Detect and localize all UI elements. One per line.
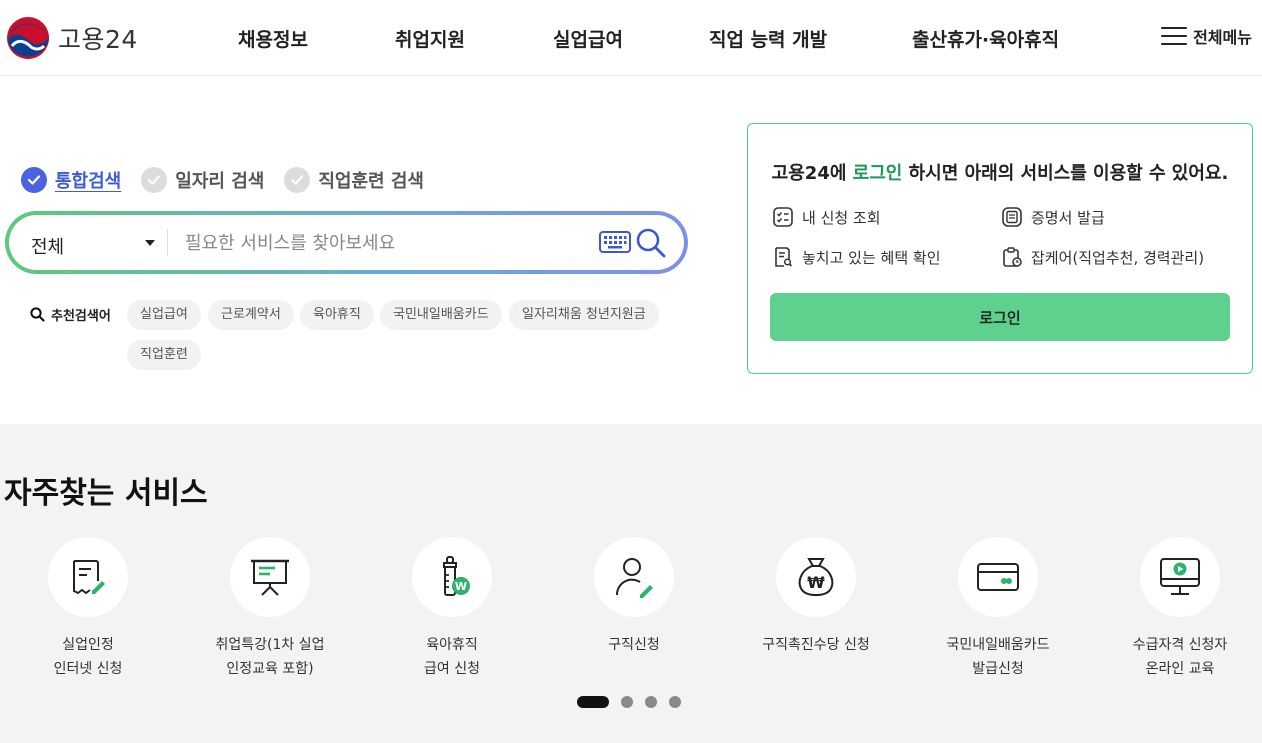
menu-all-button[interactable]: 전체메뉴 (1161, 24, 1252, 48)
service-card-job-seeking-allowance[interactable]: ₩ 구직촉진수당 신청 (725, 537, 907, 657)
service-label-line1: 육아휴직 (426, 637, 478, 653)
divider (167, 229, 168, 256)
category-select[interactable]: 전체 (31, 233, 64, 259)
keyword-chip[interactable]: 육아휴직 (300, 300, 374, 330)
tab-integrated-search[interactable]: 통합검색 (21, 167, 121, 193)
tab-training-search[interactable]: 직업훈련 검색 (284, 167, 424, 193)
service-label-line1: 국민내일배움카드 (946, 637, 1050, 653)
service-label-line2: 인터넷 신청 (53, 661, 123, 677)
service-missed-benefits[interactable]: 놓치고 있는 혜택 확인 (772, 246, 941, 268)
service-label-line2: 급여 신청 (424, 661, 480, 677)
pagination-dot-2[interactable] (621, 696, 633, 708)
check-circle-icon (141, 167, 168, 193)
service-my-applications[interactable]: 내 신청 조회 (772, 206, 881, 228)
service-card-naeil-card[interactable]: 국민내일배움카드발급신청 (907, 537, 1089, 681)
keyword-chip[interactable]: 국민내일배움카드 (380, 300, 502, 330)
service-label-line1: 수급자격 신청자 (1132, 637, 1228, 653)
service-card-online-education[interactable]: 수급자격 신청자온라인 교육 (1089, 537, 1262, 681)
keyboard-icon[interactable] (599, 231, 631, 253)
person-pen-icon (615, 558, 653, 598)
service-card-job-seeking[interactable]: 구직신청 (543, 537, 725, 657)
section-title: 자주찾는 서비스 (4, 476, 208, 511)
keyword-chip[interactable]: 근로계약서 (208, 300, 294, 330)
card-icon (977, 563, 1019, 591)
logo-text: 고용24 (58, 25, 138, 54)
service-card-unemployment-certification[interactable]: 실업인정인터넷 신청 (0, 537, 179, 681)
chevron-down-icon[interactable] (145, 240, 155, 246)
login-panel: 고용24에 로그인 하시면 아래의 서비스를 이용할 수 있어요. 내 신청 조… (747, 123, 1253, 374)
service-label-line1: 구직신청 (608, 637, 660, 653)
service-label-line1: 실업인정 (62, 637, 114, 653)
pagination-dot-1[interactable] (577, 696, 609, 708)
pagination-dot-3[interactable] (645, 696, 657, 708)
svg-text:W: W (455, 580, 467, 593)
service-label: 내 신청 조회 (802, 208, 881, 227)
baby-bottle-icon: W (443, 556, 470, 596)
nav-item-skills-development[interactable]: 직업 능력 개발 (709, 25, 827, 52)
login-title-highlight: 로그인 (852, 163, 903, 184)
service-label-line2: 인정교육 포함) (226, 661, 314, 677)
service-certificates[interactable]: 증명서 발급 (1001, 206, 1105, 228)
service-label-line2: 온라인 교육 (1145, 661, 1215, 677)
service-label-line1: 취업특강(1차 실업 (215, 637, 325, 653)
check-circle-icon (21, 167, 47, 193)
money-bag-icon: ₩ (798, 558, 834, 597)
service-jobcare[interactable]: 잡케어(직업추천, 경력관리) (1001, 246, 1204, 268)
checklist-icon (773, 207, 793, 227)
service-label-line2: 발급신청 (972, 661, 1024, 677)
check-circle-icon (284, 167, 311, 193)
tab-label: 통합검색 (55, 171, 122, 192)
keyword-chip[interactable]: 일자리채움 청년지원금 (509, 300, 659, 330)
certificate-icon (1002, 207, 1022, 227)
search-tabs: 통합검색 일자리 검색 직업훈련 검색 (21, 167, 424, 193)
menu-all-label: 전체메뉴 (1193, 28, 1252, 47)
service-label: 잡케어(직업추천, 경력관리) (1031, 248, 1205, 267)
nav-item-parental-leave[interactable]: 출산휴가·육아휴직 (912, 25, 1059, 52)
svg-text:₩: ₩ (807, 573, 825, 592)
tab-label: 일자리 검색 (175, 171, 265, 192)
hamburger-icon (1161, 26, 1188, 46)
login-button[interactable]: 로그인 (770, 293, 1230, 341)
service-label: 증명서 발급 (1031, 208, 1105, 227)
presentation-board-icon (251, 559, 289, 596)
nav-item-unemployment-benefits[interactable]: 실업급여 (553, 25, 623, 52)
pagination-dot-4[interactable] (669, 696, 681, 708)
recommended-keywords-label: 추천검색어 (30, 305, 111, 324)
keyword-chip[interactable]: 실업급여 (127, 300, 201, 330)
search-icon[interactable] (635, 227, 667, 259)
service-label: 놓치고 있는 혜택 확인 (802, 248, 941, 267)
search-input[interactable] (185, 230, 585, 256)
site-logo[interactable]: 고용24 (6, 16, 138, 60)
document-search-icon (775, 247, 793, 267)
carousel-pagination (577, 696, 681, 708)
tab-job-search[interactable]: 일자리 검색 (141, 167, 264, 193)
nav-item-jobs[interactable]: 채용정보 (238, 25, 308, 52)
tab-label: 직업훈련 검색 (318, 171, 424, 192)
login-title-post: 하시면 아래의 서비스를 이용할 수 있어요. (902, 163, 1229, 184)
service-card-parental-leave-benefit[interactable]: W 육아휴직급여 신청 (361, 537, 543, 681)
clipboard-clock-icon (1003, 247, 1022, 267)
frequent-services-section: 자주찾는 서비스 실업인정인터넷 신청 취업특강(1차 실업인정교육 포함) (0, 424, 1262, 743)
keyword-chip[interactable]: 직업훈련 (127, 340, 201, 370)
login-title-pre: 고용24에 (771, 163, 853, 184)
search-icon (30, 307, 45, 322)
service-card-employment-lecture[interactable]: 취업특강(1차 실업인정교육 포함) (179, 537, 361, 681)
nav-item-employment-support[interactable]: 취업지원 (395, 25, 465, 52)
monitor-play-icon (1160, 558, 1200, 595)
recommend-label-text: 추천검색어 (51, 309, 111, 324)
site-header: 고용24 채용정보 취업지원 실업급여 직업 능력 개발 출산휴가·육아휴직 전… (0, 0, 1262, 76)
login-title: 고용24에 로그인 하시면 아래의 서비스를 이용할 수 있어요. (748, 159, 1252, 185)
document-pen-icon (73, 560, 105, 595)
service-label-line1: 구직촉진수당 신청 (762, 637, 870, 653)
taegeuk-logo-icon (7, 17, 49, 59)
search-box: 전체 (5, 211, 688, 274)
